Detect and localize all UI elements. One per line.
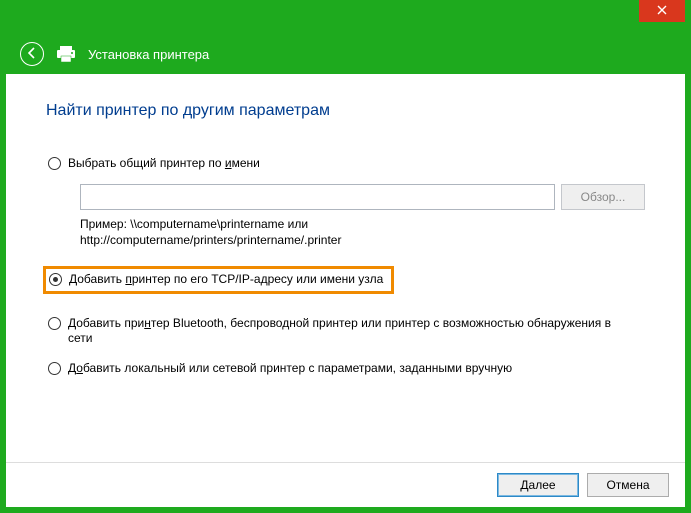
next-button[interactable]: Далее <box>497 473 579 497</box>
option-local[interactable]: Добавить локальный или сетевой принтер с… <box>46 359 645 379</box>
printer-icon <box>56 45 76 63</box>
back-button[interactable] <box>20 42 44 66</box>
printer-name-input[interactable] <box>80 184 555 210</box>
option-tcpip-label: Добавить принтер по его TCP/IP-адресу ил… <box>69 272 383 288</box>
option-bluetooth[interactable]: Добавить принтер Bluetooth, беспроводной… <box>46 314 616 349</box>
page-heading: Найти принтер по другим параметрам <box>46 102 645 120</box>
cancel-button[interactable]: Отмена <box>587 473 669 497</box>
footer: Далее Отмена <box>6 462 685 507</box>
radio-by-name[interactable] <box>48 157 61 170</box>
option-bluetooth-label: Добавить принтер Bluetooth, беспроводной… <box>68 316 614 347</box>
option-local-label: Добавить локальный или сетевой принтер с… <box>68 361 512 377</box>
option-by-name[interactable]: Выбрать общий принтер по имени <box>46 154 645 174</box>
close-icon <box>657 4 667 18</box>
wizard-title: Установка принтера <box>88 47 209 62</box>
example-text: Пример: \\computername\printername или h… <box>80 216 645 248</box>
back-arrow-icon <box>25 46 39 63</box>
browse-button: Обзор... <box>561 184 645 210</box>
content-area: Найти принтер по другим параметрам Выбра… <box>6 74 685 462</box>
radio-tcpip[interactable] <box>49 273 62 286</box>
close-button[interactable] <box>639 0 685 22</box>
option-by-name-label: Выбрать общий принтер по имени <box>68 156 260 172</box>
radio-local[interactable] <box>48 362 61 375</box>
option-tcpip[interactable]: Добавить принтер по его TCP/IP-адресу ил… <box>43 266 394 294</box>
radio-bluetooth[interactable] <box>48 317 61 330</box>
